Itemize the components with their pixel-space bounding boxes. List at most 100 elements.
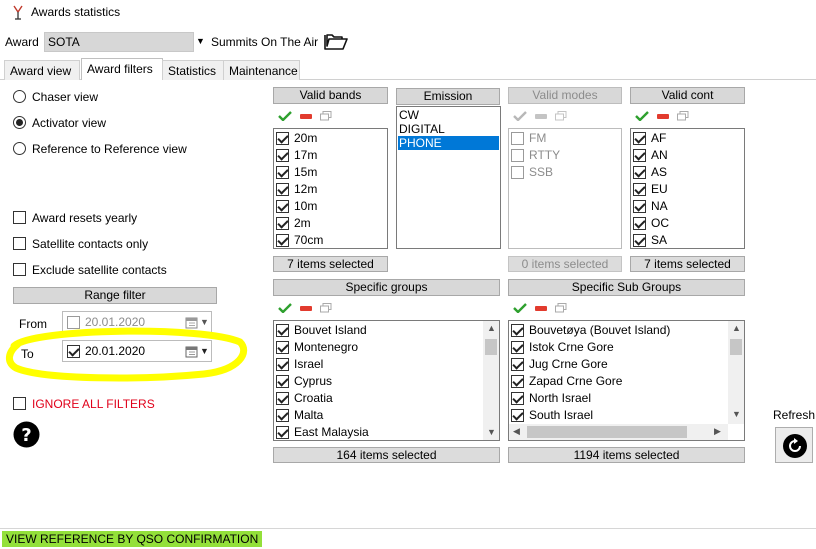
list-item-checkbox[interactable] <box>276 409 289 422</box>
list-item-checkbox[interactable] <box>276 324 289 337</box>
list-item-label: Bouvetøya (Bouvet Island) <box>529 323 671 337</box>
check-all-icon[interactable] <box>278 303 292 313</box>
list-item-checkbox[interactable] <box>511 341 524 354</box>
list-item-label: 15m <box>294 165 318 179</box>
tab-award-view[interactable]: Award view <box>4 60 80 80</box>
list-item-checkbox <box>511 132 524 145</box>
chevron-up-icon[interactable]: ▲ <box>732 323 741 333</box>
copy-icon[interactable] <box>320 111 332 121</box>
list-item-checkbox[interactable] <box>276 234 289 247</box>
award-resets-yearly-checkbox[interactable] <box>13 211 26 224</box>
list-item-checkbox[interactable] <box>276 200 289 213</box>
list-item-checkbox[interactable] <box>633 200 646 213</box>
list-item-checkbox[interactable] <box>276 426 289 439</box>
subgroups-hscroll-thumb[interactable] <box>527 426 687 438</box>
check-all-icon[interactable] <box>635 111 649 121</box>
list-item-label: 10m <box>294 199 318 213</box>
valid-bands-count: 7 items selected <box>273 256 388 272</box>
highlight-annotation <box>6 327 248 382</box>
satellite-only-checkbox[interactable] <box>13 237 26 250</box>
list-item-checkbox[interactable] <box>633 149 646 162</box>
help-icon[interactable]: ? <box>13 421 40 448</box>
list-item-checkbox[interactable] <box>276 375 289 388</box>
tab-maintenance[interactable]: Maintenance <box>223 60 300 80</box>
refresh-button[interactable] <box>775 427 813 463</box>
emission-item[interactable]: PHONE <box>398 136 499 150</box>
copy-icon[interactable] <box>555 303 567 313</box>
list-item-checkbox[interactable] <box>276 132 289 145</box>
chevron-up-icon[interactable]: ▲ <box>487 323 496 333</box>
groups-scrollbar[interactable]: ▲ ▼ <box>483 321 499 440</box>
copy-icon[interactable] <box>320 303 332 313</box>
chevron-left-icon[interactable]: ◀ <box>513 426 520 437</box>
clear-all-icon[interactable] <box>300 114 312 119</box>
list-item-checkbox[interactable] <box>276 149 289 162</box>
exclude-satellite-checkbox[interactable] <box>13 263 26 276</box>
copy-icon <box>555 111 567 121</box>
exclude-satellite-label: Exclude satellite contacts <box>32 263 167 277</box>
tab-award-filters[interactable]: Award filters <box>81 58 163 80</box>
list-item-label: SA <box>651 233 668 247</box>
specific-groups-header: Specific groups <box>273 279 500 296</box>
ignore-filters-checkbox[interactable] <box>13 397 26 410</box>
valid-cont-count: 7 items selected <box>630 256 745 272</box>
list-item-checkbox[interactable] <box>276 358 289 371</box>
chevron-down-icon[interactable]: ▼ <box>732 409 741 419</box>
copy-icon[interactable] <box>677 111 689 121</box>
window-title: Awards statistics <box>31 5 121 19</box>
subgroups-scroll-thumb[interactable] <box>730 339 742 355</box>
award-select[interactable]: SOTA <box>44 32 194 52</box>
list-item-checkbox[interactable] <box>511 409 524 422</box>
valid-modes-toolbar <box>508 108 622 124</box>
list-item-label: East Malaysia <box>294 425 369 439</box>
list-item-checkbox[interactable] <box>511 324 524 337</box>
list-item-label: Montenegro <box>294 340 359 354</box>
clear-all-icon[interactable] <box>300 306 312 311</box>
emission-item[interactable]: CW <box>398 108 499 122</box>
emission-list[interactable]: CW DIGITAL PHONE <box>396 106 501 249</box>
list-item-checkbox[interactable] <box>633 234 646 247</box>
list-item-checkbox <box>511 166 524 179</box>
list-item-checkbox[interactable] <box>276 341 289 354</box>
list-item-checkbox[interactable] <box>633 217 646 230</box>
specific-groups-list[interactable]: East Malaysia Malta Croatia Cyprus Israel Mon… <box>273 320 500 441</box>
list-item-label: Zapad Crne Gore <box>529 374 623 388</box>
list-item-checkbox[interactable] <box>511 358 524 371</box>
clear-all-icon[interactable] <box>535 306 547 311</box>
list-item-checkbox[interactable] <box>633 183 646 196</box>
chevron-down-icon[interactable]: ▼ <box>196 36 205 46</box>
specific-groups-count: 164 items selected <box>273 447 500 463</box>
subgroups-scrollbar-h[interactable]: ◀ ▶ <box>509 424 728 440</box>
emission-item[interactable]: DIGITAL <box>398 122 499 136</box>
activator-view-radio[interactable] <box>13 116 26 129</box>
list-item-label: AN <box>651 148 668 162</box>
svg-text:?: ? <box>21 425 31 446</box>
list-item-checkbox[interactable] <box>276 217 289 230</box>
chevron-right-icon[interactable]: ▶ <box>714 426 721 437</box>
chevron-down-icon[interactable]: ▼ <box>487 427 496 437</box>
check-all-icon[interactable] <box>278 111 292 121</box>
chaser-view-radio[interactable] <box>13 90 26 103</box>
specific-sub-groups-list[interactable]: South Israel North Israel Zapad Crne Gore J… <box>508 320 745 441</box>
list-item-checkbox[interactable] <box>633 132 646 145</box>
chaser-view-label: Chaser view <box>32 90 99 104</box>
subgroups-scrollbar-v[interactable]: ▲ ▼ <box>728 321 744 424</box>
list-item-label: Israel <box>294 357 324 371</box>
groups-scroll-thumb[interactable] <box>485 339 497 355</box>
valid-bands-list[interactable]: 70cm 2m 10m 12m 15m 17m 20m <box>273 128 388 249</box>
list-item-checkbox[interactable] <box>276 392 289 405</box>
list-item-label: Istok Crne Gore <box>529 340 614 354</box>
emission-header: Emission <box>396 88 500 105</box>
list-item-checkbox[interactable] <box>511 375 524 388</box>
list-item-checkbox[interactable] <box>511 392 524 405</box>
ref-to-ref-view-radio[interactable] <box>13 142 26 155</box>
list-item-checkbox[interactable] <box>633 166 646 179</box>
list-item-checkbox[interactable] <box>276 166 289 179</box>
folder-open-icon[interactable] <box>324 31 348 51</box>
list-item-checkbox[interactable] <box>276 183 289 196</box>
check-all-icon <box>513 111 527 121</box>
valid-cont-list[interactable]: SA OC NA EU AS AN AF <box>630 128 745 249</box>
tab-statistics[interactable]: Statistics <box>162 60 224 80</box>
check-all-icon[interactable] <box>513 303 527 313</box>
clear-all-icon[interactable] <box>657 114 669 119</box>
